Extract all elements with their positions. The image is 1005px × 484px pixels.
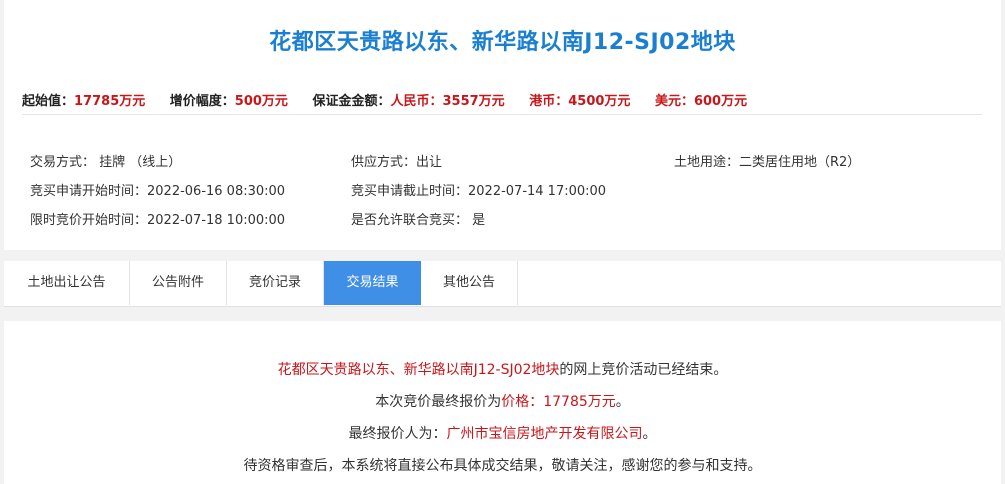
trade-method: 交易方式： 挂牌 （线上） [30,155,182,170]
result-line-2: 本次竞价最终报价为价格：17785万元。 [4,391,1001,411]
start-price-value: 17785万元 [74,94,146,109]
tab-land-notice[interactable]: 土地出让公告 [4,261,130,305]
deposit-label: 保证金金额： [312,94,391,109]
hkd-value: 4500万元 [568,94,631,109]
tab-other-notices[interactable]: 其他公告 [421,261,518,305]
increment-value: 500万元 [234,94,288,109]
tab-attachments[interactable]: 公告附件 [130,261,227,305]
increment-label: 增价幅度： [169,94,235,109]
tab-bid-records[interactable]: 竞价记录 [227,261,324,305]
hkd-label: 港币： [529,94,569,109]
result-final-price-suffix: 。 [615,394,630,410]
land-info-panel: 花都区天贵路以东、新华路以南J12-SJ02地块 起始值：17785万元 增价幅… [4,0,1001,250]
tab-trade-result[interactable]: 交易结果 [324,261,421,305]
start-price-label: 起始值： [22,94,75,109]
tab-bar: 土地出让公告 公告附件 竞价记录 交易结果 其他公告 [4,261,1001,307]
land-use: 土地用途：二类居住用地（R2） [674,155,861,170]
result-line-1-text: 的网上竞价活动已经结束。 [559,362,728,378]
bid-start-time: 限时竞价开始时间：2022-07-18 10:00:00 [30,213,286,228]
result-final-price: 价格：17785万元 [501,394,616,410]
page-title: 花都区天贵路以东、新华路以南J12-SJ02地块 [269,30,736,55]
result-bidder-suffix: 。 [642,426,657,442]
result-line-4: 待资格审查后，本系统将直接公布具体成交结果，敬请关注，感谢您的参与和支持。 [243,458,762,474]
rmb-value: 3557万元 [442,94,505,109]
usd-value: 600万元 [693,94,748,109]
result-land-name: 花都区天贵路以东、新华路以南J12-SJ02地块 [277,362,560,378]
result-line-1: 花都区天贵路以东、新华路以南J12-SJ02地块的网上竞价活动已经结束。 [4,359,1001,379]
rmb-label: 人民币： [390,94,443,109]
result-bidder-name: 广州市宝信房地产开发有限公司 [446,426,643,442]
result-bidder-prefix: 最终报价人为： [348,426,447,442]
result-line-3: 最终报价人为：广州市宝信房地产开发有限公司。 [4,423,1001,443]
apply-start-time: 竞买申请开始时间：2022-06-16 08:30:00 [30,184,286,199]
result-final-price-prefix: 本次竞价最终报价为 [375,394,502,410]
joint-bid-allowed: 是否允许联合竞买： 是 [351,213,486,228]
supply-method: 供应方式：出让 [351,155,443,170]
usd-label: 美元： [654,94,694,109]
apply-end-time: 竞买申请截止时间：2022-07-14 17:00:00 [351,184,607,199]
trade-result-panel: 花都区天贵路以东、新华路以南J12-SJ02地块的网上竞价活动已经结束。 本次竞… [4,321,1001,484]
price-summary: 起始值：17785万元 增价幅度：500万元 保证金金额：人民币：3557万元 … [22,90,982,115]
